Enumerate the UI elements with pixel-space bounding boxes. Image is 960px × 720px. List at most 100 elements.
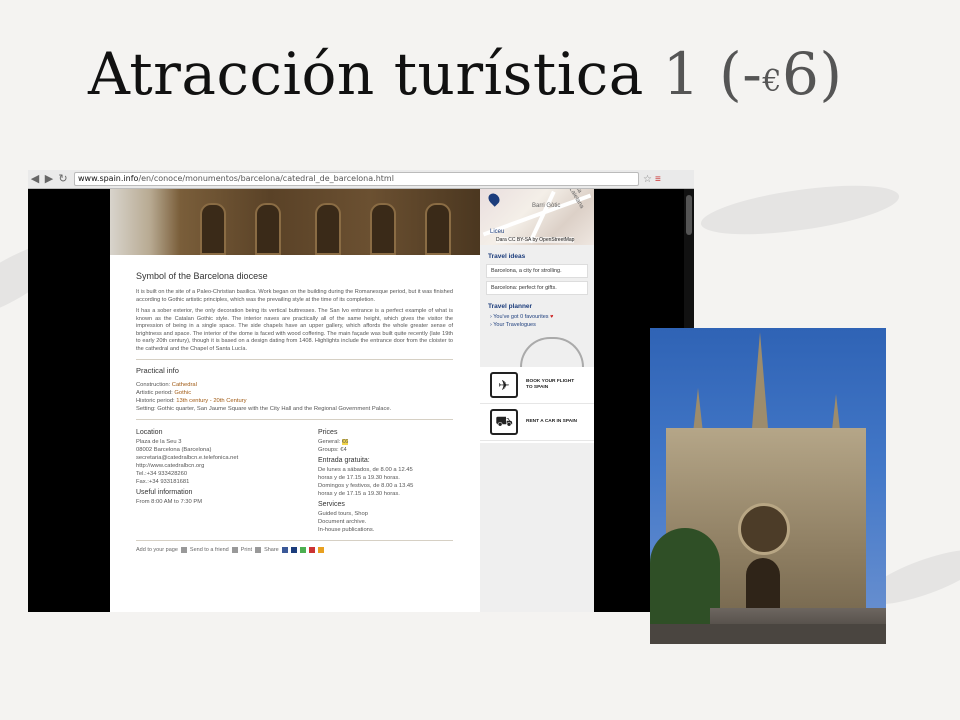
rose-window <box>738 503 790 555</box>
email-link[interactable]: secretaria@catedralbcn.e.telefonica.net <box>136 454 296 462</box>
browser-screenshot: ◀ ▶ ↻ www.spain.info/en/conoce/monumento… <box>28 170 694 612</box>
planner-dial-graphic <box>520 337 584 369</box>
facade-arch <box>200 203 226 255</box>
title-main: Atracción turística <box>88 40 663 108</box>
title-euro: € <box>762 64 782 99</box>
share-green-icon[interactable] <box>299 547 306 553</box>
cathedral-photo <box>650 328 886 644</box>
construction-row: Construction: Cathedral <box>136 381 453 389</box>
travelogues-link[interactable]: › Your Travelogues <box>490 322 594 328</box>
historic-label: Historic period: <box>136 398 177 404</box>
address-line: Plaza de la Seu 3 <box>136 439 182 445</box>
historic-link[interactable]: 13th century - 20th Century <box>176 398 246 404</box>
general-price-value: €6 <box>341 439 349 445</box>
divider <box>136 419 453 420</box>
web-page: Barri Gòtic Liceu Via Laietana Dara CC B… <box>110 189 594 612</box>
title-number: 1 <box>662 40 701 108</box>
reload-icon[interactable]: ↻ <box>56 172 70 186</box>
services-heading: Services <box>318 501 345 508</box>
facade-arch <box>425 203 451 255</box>
title-price-open: (- <box>700 40 763 108</box>
free-entry-heading: Entrada gratuita: <box>318 457 370 464</box>
phone-text: Tel.:+34 933428260 <box>136 471 188 477</box>
facade-arch <box>370 203 396 255</box>
map-marker-icon[interactable] <box>486 191 502 207</box>
add-page-icon[interactable] <box>180 547 187 553</box>
star-icon[interactable]: ☆ <box>643 174 652 185</box>
general-price-label: General: <box>318 439 342 445</box>
setting-text: Setting: Gothic quarter, San Jaume Squar… <box>136 406 392 412</box>
location-column: Location Plaza de la Seu 3 08002 Barcelo… <box>136 426 296 534</box>
sidebar: Travel ideas Barcelona, a city for strol… <box>480 245 594 612</box>
facade-arch <box>255 203 281 255</box>
favourites-link[interactable]: › You've got 0 favourites ♥ <box>490 314 594 320</box>
background-streak <box>698 176 902 244</box>
address-line: 08002 Barcelona (Barcelona) <box>136 447 212 453</box>
website-link[interactable]: http://www.catedralbcn.org <box>136 462 296 470</box>
print-icon[interactable] <box>255 547 262 553</box>
plaza <box>650 624 886 644</box>
map-label: Barri Gòtic <box>532 203 561 209</box>
service-line: Document archive. <box>318 519 367 525</box>
rent-car-label: RENT A CAR IN SPAIN <box>526 419 577 424</box>
sidebar-promos: ✈ BOOK YOUR FLIGHT TO SPAIN ⛟ RENT A CAR… <box>480 367 594 443</box>
rent-car-promo[interactable]: ⛟ RENT A CAR IN SPAIN <box>480 404 594 441</box>
divider <box>136 359 453 360</box>
construction-link[interactable]: Cathedral <box>172 382 197 388</box>
groups-price: Groups: €4 <box>318 447 347 453</box>
service-line: In-house publications. <box>318 527 375 533</box>
location-map[interactable]: Barri Gòtic Liceu Via Laietana Dara CC B… <box>480 189 594 245</box>
delicious-icon[interactable] <box>290 547 297 553</box>
favourites-label: You've got 0 favourites <box>493 314 549 320</box>
slide-title: Atracción turística 1 (-€6) <box>88 40 842 108</box>
article-paragraph: It is built on the site of a Paleo-Chris… <box>136 289 453 303</box>
send-to-friend-link[interactable]: Send to a friend <box>190 547 229 553</box>
add-to-page-link[interactable]: Add to your page <box>136 547 178 553</box>
url-host: www.spain.info <box>78 174 139 183</box>
scroll-thumb[interactable] <box>686 195 692 235</box>
book-flight-promo[interactable]: ✈ BOOK YOUR FLIGHT TO SPAIN <box>480 367 594 404</box>
travelogues-label: Your Travelogues <box>493 322 536 328</box>
prices-heading: Prices <box>318 429 338 436</box>
url-field[interactable]: www.spain.info/en/conoce/monumentos/barc… <box>74 172 639 186</box>
free-entry-line: Domingos y festivos, de 8.00 a 13.45 <box>318 483 414 489</box>
opening-hours: From 8:00 AM to 7:30 PM <box>136 499 203 505</box>
practical-info: Construction: Cathedral Artistic period:… <box>136 381 453 413</box>
travel-planner-heading: Travel planner <box>488 303 533 310</box>
travel-idea-link[interactable]: Barcelona: perfect for gifts. <box>486 281 588 295</box>
send-friend-icon[interactable] <box>231 547 238 553</box>
article-heading: Symbol of the Barcelona diocese <box>136 271 268 281</box>
details-columns: Location Plaza de la Seu 3 08002 Barcelo… <box>136 426 453 534</box>
divider <box>136 540 453 541</box>
construction-label: Construction: <box>136 382 172 388</box>
free-entry-line: horas y de 17.15 a 19.30 horas. <box>318 475 400 481</box>
artistic-link[interactable]: Gothic <box>174 390 191 396</box>
address-bar: ◀ ▶ ↻ www.spain.info/en/conoce/monumento… <box>28 170 694 189</box>
menu-icon[interactable]: ≡ <box>655 174 661 185</box>
share-bar: Add to your page Send to a friend Print … <box>136 547 453 553</box>
map-credit: Dara CC BY-SA by OpenStreetMap <box>496 237 575 243</box>
url-path: /en/conoce/monumentos/barcelona/catedral… <box>138 174 394 183</box>
fax-text: Fax.:+34 933181681 <box>136 479 190 485</box>
yahoo-icon[interactable] <box>308 547 315 553</box>
travel-idea-link[interactable]: Barcelona, a city for strolling. <box>486 264 588 278</box>
book-flight-label: BOOK YOUR FLIGHT TO SPAIN <box>526 379 575 390</box>
main-content: Symbol of the Barcelona diocese It is bu… <box>136 271 453 553</box>
facebook-icon[interactable] <box>281 547 288 553</box>
facade-arch <box>315 203 341 255</box>
back-icon[interactable]: ◀ <box>28 172 42 186</box>
airplane-icon: ✈ <box>490 372 518 398</box>
map-label: Liceu <box>490 229 505 235</box>
free-entry-line: De lunes a sábados, de 8.00 a 12.45 <box>318 467 413 473</box>
practical-info-heading: Practical info <box>136 366 179 375</box>
historic-row: Historic period: 13th century - 20th Cen… <box>136 397 453 405</box>
hero-image <box>110 189 480 255</box>
car-icon: ⛟ <box>490 409 518 435</box>
share-label: Share <box>264 547 279 553</box>
forward-icon[interactable]: ▶ <box>42 172 56 186</box>
free-entry-line: horas y de 17.15 a 19.30 horas. <box>318 491 400 497</box>
share-orange-icon[interactable] <box>317 547 324 553</box>
prices-column: Prices General: €6 Groups: €4 Entrada gr… <box>318 426 453 534</box>
artistic-row: Artistic period: Gothic <box>136 389 453 397</box>
print-link[interactable]: Print <box>241 547 252 553</box>
